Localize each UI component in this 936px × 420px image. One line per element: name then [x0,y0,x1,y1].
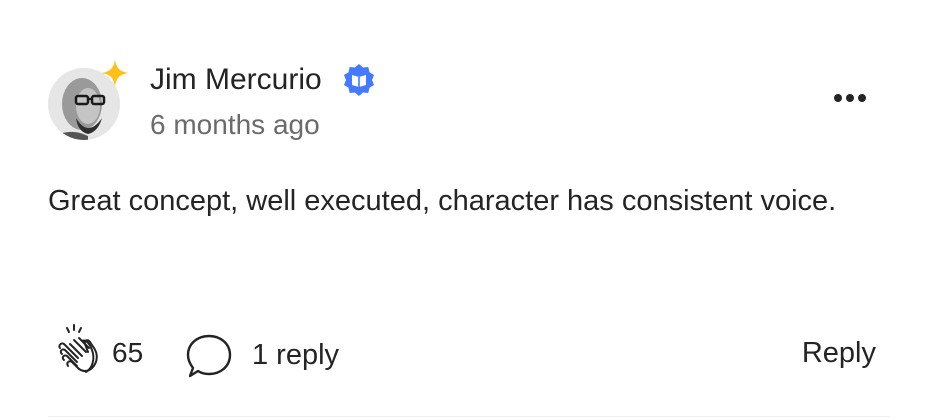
author-avatar-link[interactable] [48,59,129,140]
author-name[interactable]: Jim Mercurio [150,60,322,100]
more-options-button[interactable] [826,80,874,116]
comment-actions: 65 1 reply Reply [48,322,888,382]
more-horizontal-icon [834,94,842,102]
reply-button[interactable]: Reply [802,334,876,372]
clap-button[interactable] [52,322,108,380]
sparkle-icon [101,59,129,87]
replies-toggle-button[interactable]: 1 reply [184,328,364,380]
reply-count-label: 1 reply [252,339,340,371]
comment-body: Great concept, well executed, character … [48,185,837,217]
clap-count: 65 [112,337,144,368]
more-dot [846,94,854,102]
verified-badge-icon [344,64,374,96]
more-dot [858,94,866,102]
divider [48,416,890,417]
comment-card: Jim Mercurio 6 months ago Great concept,… [0,0,936,420]
clap-icon [58,324,98,373]
comment-timestamp: 6 months ago [150,109,320,140]
speech-bubble-icon [186,334,232,378]
